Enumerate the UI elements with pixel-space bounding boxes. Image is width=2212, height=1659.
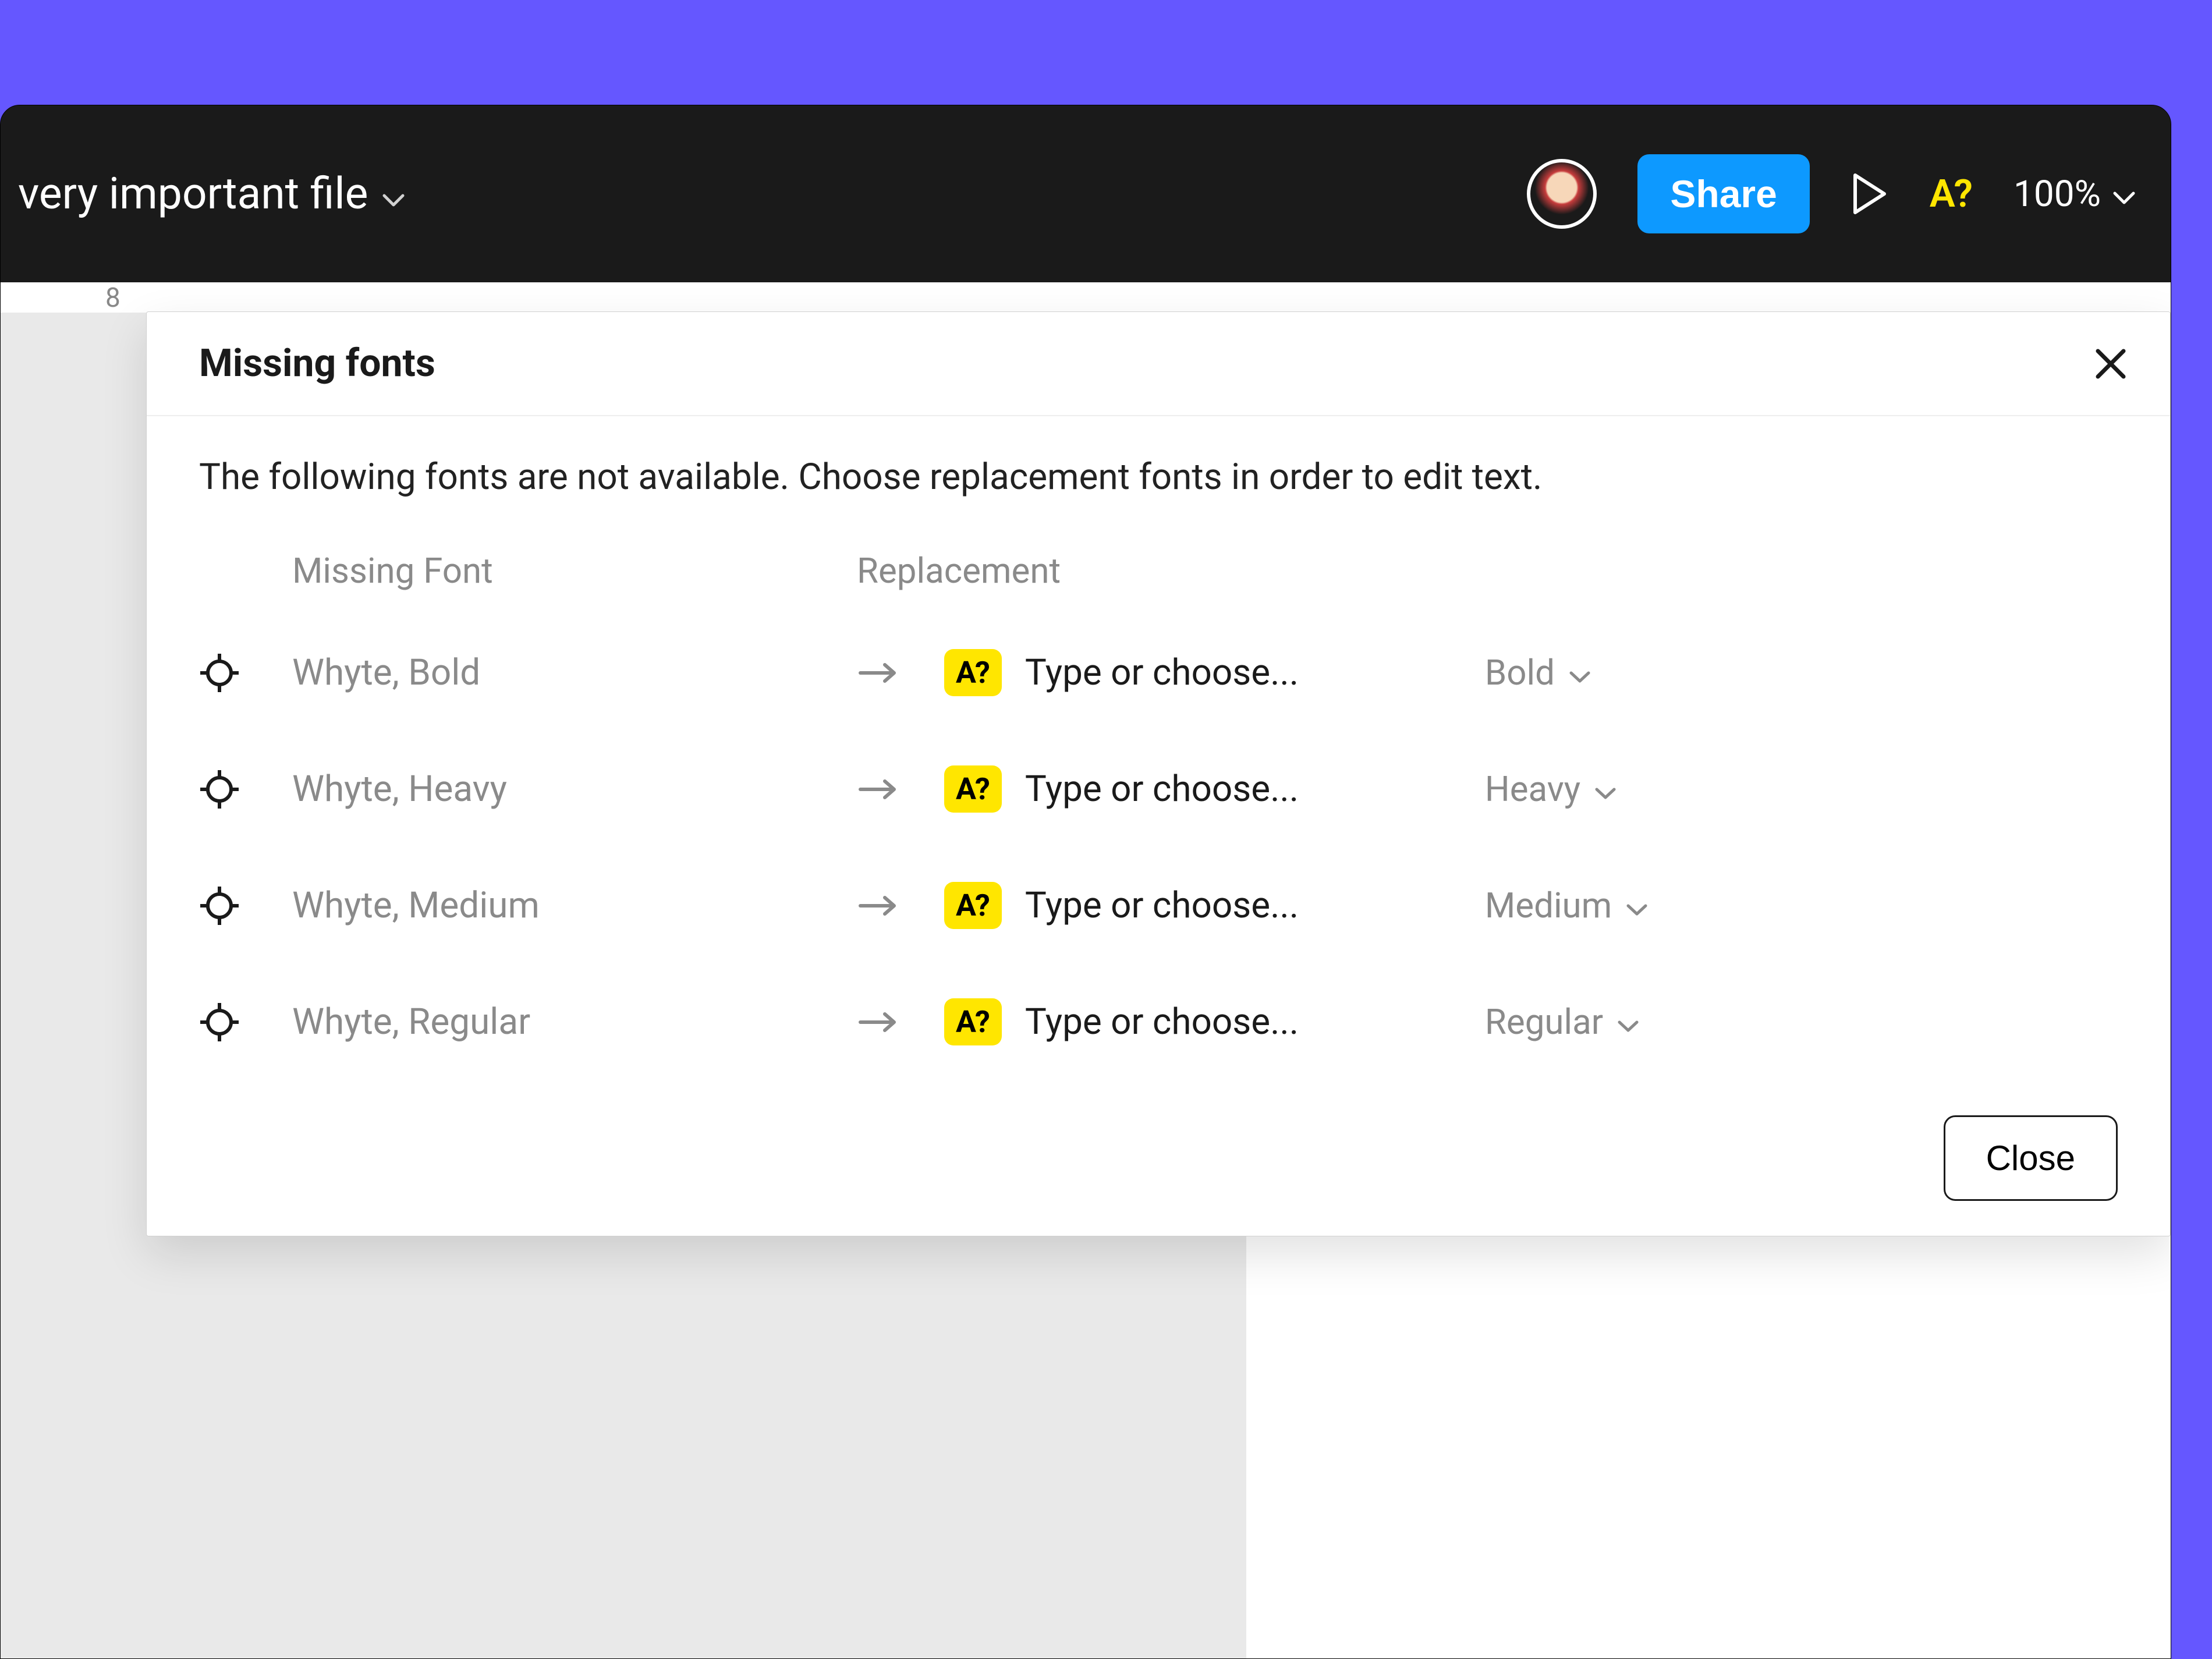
weight-value: Bold [1485,652,1555,693]
locate-font-icon[interactable] [199,769,292,810]
top-bar: very important file Share A? 100% [1,105,2171,282]
present-button[interactable] [1851,172,1889,216]
table-header-row: Missing Font Replacement [199,521,2118,615]
replacement-weight-select[interactable]: Heavy [1485,768,1617,810]
close-button[interactable]: Close [1944,1115,2118,1201]
locate-font-icon[interactable] [199,653,292,693]
weight-value: Medium [1485,885,1612,926]
dialog-header: Missing fonts [147,312,2170,416]
ruler-tick: 8 [105,282,120,314]
close-icon[interactable] [2092,345,2129,382]
chevron-down-icon [1594,768,1617,810]
canvas-area[interactable]: 8 Missing fonts The following fonts are … [1,282,2171,1658]
arrow-right-icon [857,1011,944,1034]
zoom-dropdown[interactable]: 100% [2014,173,2136,215]
arrow-right-icon [857,894,944,917]
missing-font-badge: A? [944,765,1002,813]
missing-font-badge: A? [944,649,1002,696]
chevron-down-icon [1569,652,1591,693]
missing-fonts-table: Missing Font Replacement Whyte, Bold A? Ty… [147,521,2170,1080]
chevron-down-icon [2112,173,2136,215]
missing-font-row: Whyte, Heavy A? Type or choose...Heavy [199,731,2118,848]
user-avatar[interactable] [1527,159,1597,229]
missing-font-row: Whyte, Bold A? Type or choose...Bold [199,615,2118,731]
file-name-dropdown[interactable]: very important file [18,168,1527,219]
missing-font-row: Whyte, Regular A? Type or choose...Regular [199,964,2118,1080]
dialog-title: Missing fonts [199,341,435,386]
replacement-font-input[interactable]: Type or choose... [1025,1001,1485,1043]
replacement-weight-select[interactable]: Regular [1485,1001,1639,1043]
missing-fonts-indicator[interactable]: A? [1930,172,1973,217]
replacement-font-input[interactable]: Type or choose... [1025,768,1485,810]
locate-font-icon[interactable] [199,1002,292,1043]
arrow-right-icon [857,661,944,685]
replacement-font-input[interactable]: Type or choose... [1025,884,1485,927]
missing-font-badge: A? [944,882,1002,929]
share-button[interactable]: Share [1637,154,1809,233]
chevron-down-icon [1617,1001,1639,1043]
file-name-label: very important file [18,168,368,219]
replacement-weight-select[interactable]: Medium [1485,885,1648,926]
weight-value: Heavy [1485,768,1580,810]
weight-value: Regular [1485,1001,1603,1043]
missing-font-name: Whyte, Regular [292,1001,857,1043]
missing-font-name: Whyte, Heavy [292,768,857,810]
replacement-weight-select[interactable]: Bold [1485,652,1591,693]
app-window: very important file Share A? 100% 8 [0,105,2171,1659]
missing-font-name: Whyte, Medium [292,884,857,927]
dialog-description: The following fonts are not available. C… [147,416,2170,521]
missing-font-badge: A? [944,998,1002,1045]
top-bar-right: Share A? 100% [1527,154,2136,233]
chevron-down-icon [382,168,405,219]
zoom-value: 100% [2014,173,2101,215]
missing-font-row: Whyte, Medium A? Type or choose...Medium [199,848,2118,964]
column-header-replacement: Replacement [857,550,1061,591]
arrow-right-icon [857,778,944,801]
locate-font-icon[interactable] [199,885,292,926]
dialog-footer: Close [147,1080,2170,1201]
column-header-missing-font: Missing Font [199,550,857,591]
missing-font-name: Whyte, Bold [292,651,857,694]
missing-fonts-dialog: Missing fonts The following fonts are no… [146,311,2171,1236]
chevron-down-icon [1626,885,1648,926]
replacement-font-input[interactable]: Type or choose... [1025,651,1485,694]
